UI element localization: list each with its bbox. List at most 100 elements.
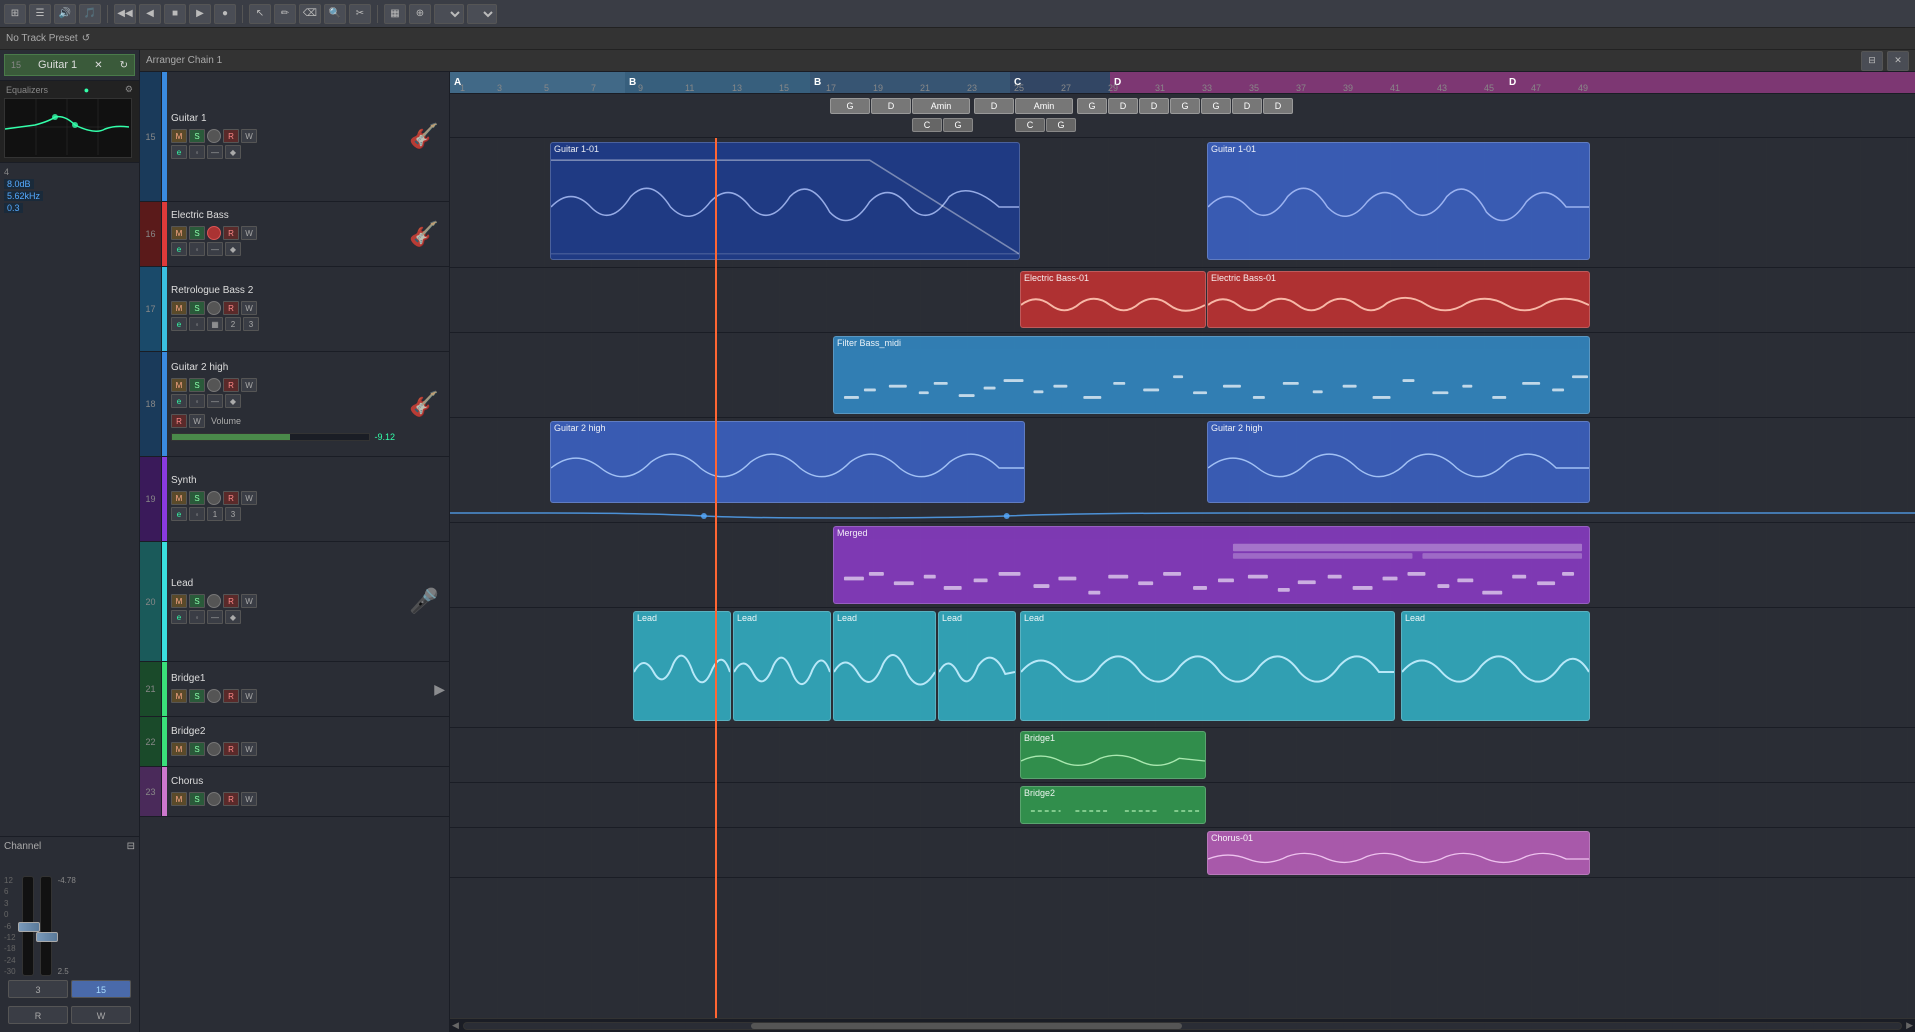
- track-mute-bridge2[interactable]: M: [171, 742, 187, 756]
- track-eq-guitar2[interactable]: ◆: [225, 394, 241, 408]
- track-solo-guitar1[interactable]: S: [189, 129, 205, 143]
- clip-guitar2-main[interactable]: Guitar 2 high: [550, 421, 1025, 503]
- track-solo-bass[interactable]: S: [189, 226, 205, 240]
- toolbar-btn-record[interactable]: ●: [214, 4, 236, 24]
- track-eq-bass[interactable]: ◆: [225, 242, 241, 256]
- track-mute-lead[interactable]: M: [171, 594, 187, 608]
- channel-settings-icon[interactable]: ↻: [120, 60, 128, 71]
- scroll-right-btn[interactable]: ▶: [1906, 1020, 1913, 1031]
- track-route-retrologue[interactable]: e: [171, 317, 187, 331]
- track-route-lead[interactable]: e: [171, 610, 187, 624]
- toolbar-btn-snap[interactable]: ▦: [384, 4, 406, 24]
- track-read-bass[interactable]: R: [223, 226, 239, 240]
- track-write-guitar2[interactable]: W: [241, 378, 257, 392]
- clip-guitar2-d[interactable]: Guitar 2 high: [1207, 421, 1590, 503]
- track-write-bass[interactable]: W: [241, 226, 257, 240]
- track-solo-lead[interactable]: S: [189, 594, 205, 608]
- track-read-retrologue[interactable]: R: [223, 301, 239, 315]
- toolbar-btn-cursor[interactable]: ↖: [249, 4, 271, 24]
- clip-synth-merged[interactable]: Merged: [833, 526, 1590, 604]
- g2-vol-r[interactable]: R: [171, 414, 187, 428]
- g2-vol-bar[interactable]: [171, 433, 370, 441]
- track-fx-synth[interactable]: ◦: [189, 507, 205, 521]
- channel-mute-icon[interactable]: ✕: [94, 60, 102, 71]
- track-fx-lead[interactable]: ◦: [189, 610, 205, 624]
- toolbar-btn-list[interactable]: ☰: [29, 4, 51, 24]
- bar-dropdown[interactable]: Bar: [434, 4, 464, 24]
- track-solo-guitar2[interactable]: S: [189, 378, 205, 392]
- ch-btn-3[interactable]: 3: [8, 980, 68, 998]
- track-chan-retrologue[interactable]: 2: [225, 317, 241, 331]
- track-fx-retrologue[interactable]: ◦: [189, 317, 205, 331]
- eq-settings-icon[interactable]: ⚙: [125, 84, 133, 95]
- toolbar-btn-rewind[interactable]: ◀: [139, 4, 161, 24]
- clip-lead-6[interactable]: Lead: [1401, 611, 1590, 721]
- ch-btn-15[interactable]: 15: [71, 980, 131, 998]
- track-fx-bass[interactable]: ◦: [189, 242, 205, 256]
- arrange-scroll[interactable]: Guitar 1-01: [450, 138, 1915, 1032]
- track-mute-chorus[interactable]: M: [171, 792, 187, 806]
- track-group-lead[interactable]: —: [207, 610, 223, 624]
- toolbar-btn-back[interactable]: ◀◀: [114, 4, 136, 24]
- clip-lead-1[interactable]: Lead: [633, 611, 731, 721]
- clip-guitar1-d[interactable]: Guitar 1-01: [1207, 142, 1590, 260]
- track-mute-bass[interactable]: M: [171, 226, 187, 240]
- arranger-close-btn[interactable]: ✕: [1887, 51, 1909, 71]
- ch-btn-w[interactable]: W: [71, 1006, 131, 1024]
- clip-lead-4[interactable]: Lead: [938, 611, 1016, 721]
- track-mute-guitar1[interactable]: M: [171, 129, 187, 143]
- track-solo-retrologue[interactable]: S: [189, 301, 205, 315]
- clip-lead-3[interactable]: Lead: [833, 611, 936, 721]
- track-write-lead[interactable]: W: [241, 594, 257, 608]
- toolbar-btn-play[interactable]: ▶: [189, 4, 211, 24]
- track-route-bass[interactable]: e: [171, 242, 187, 256]
- arranger-expand-btn[interactable]: ⊟: [1861, 51, 1883, 71]
- track-read-bridge1[interactable]: R: [223, 689, 239, 703]
- toolbar-btn-zoom[interactable]: 🔍: [324, 4, 346, 24]
- clip-guitar1-main[interactable]: Guitar 1-01: [550, 142, 1020, 260]
- track-mute-synth[interactable]: M: [171, 491, 187, 505]
- clip-lead-2[interactable]: Lead: [733, 611, 831, 721]
- toolbar-btn-glue[interactable]: ⊕: [409, 4, 431, 24]
- track-write-retrologue[interactable]: W: [241, 301, 257, 315]
- track-chan-synth[interactable]: 1: [207, 507, 223, 521]
- track-read-chorus[interactable]: R: [223, 792, 239, 806]
- clip-bass-d[interactable]: Electric Bass-01: [1207, 271, 1590, 328]
- clip-chorus[interactable]: Chorus-01: [1207, 831, 1590, 875]
- track-mute-bridge1[interactable]: M: [171, 689, 187, 703]
- track-solo-bridge2[interactable]: S: [189, 742, 205, 756]
- toolbar-btn-cut[interactable]: ✂: [349, 4, 371, 24]
- track-read-guitar2[interactable]: R: [223, 378, 239, 392]
- main-fader-thumb[interactable]: [18, 922, 40, 932]
- track-read-lead[interactable]: R: [223, 594, 239, 608]
- clip-lead-5[interactable]: Lead: [1020, 611, 1395, 721]
- track-solo-chorus[interactable]: S: [189, 792, 205, 806]
- track-write-bridge2[interactable]: W: [241, 742, 257, 756]
- clip-bridge2[interactable]: Bridge2: [1020, 786, 1206, 824]
- track-read-guitar1[interactable]: R: [223, 129, 239, 143]
- main-fader-track[interactable]: [22, 876, 34, 976]
- track-write-chorus[interactable]: W: [241, 792, 257, 806]
- toolbar-btn-erase[interactable]: ⌫: [299, 4, 321, 24]
- track-group-bass[interactable]: —: [207, 242, 223, 256]
- scroll-left-btn[interactable]: ◀: [452, 1020, 459, 1031]
- quantize-dropdown[interactable]: 1/16: [467, 4, 497, 24]
- strip-expand-icon[interactable]: ⊟: [127, 841, 135, 852]
- track-fx-guitar1[interactable]: ◦: [189, 145, 205, 159]
- clip-retrologue-midi[interactable]: Filter Bass_midi: [833, 336, 1590, 414]
- g2-vol-w[interactable]: W: [189, 414, 205, 428]
- send-fader-track[interactable]: [40, 876, 52, 976]
- track-out-retrologue[interactable]: 3: [243, 317, 259, 331]
- track-read-synth[interactable]: R: [223, 491, 239, 505]
- ch-btn-r[interactable]: R: [8, 1006, 68, 1024]
- track-route-guitar2[interactable]: e: [171, 394, 187, 408]
- track-fx-guitar2[interactable]: ◦: [189, 394, 205, 408]
- toolbar-btn-stop[interactable]: ■: [164, 4, 186, 24]
- track-route-synth[interactable]: e: [171, 507, 187, 521]
- track-read-bridge2[interactable]: R: [223, 742, 239, 756]
- track-group-retrologue[interactable]: ▦: [207, 317, 223, 331]
- track-mute-retrologue[interactable]: M: [171, 301, 187, 315]
- track-group-guitar1[interactable]: —: [207, 145, 223, 159]
- toolbar-btn-4[interactable]: 🎵: [79, 4, 101, 24]
- track-out-synth[interactable]: 3: [225, 507, 241, 521]
